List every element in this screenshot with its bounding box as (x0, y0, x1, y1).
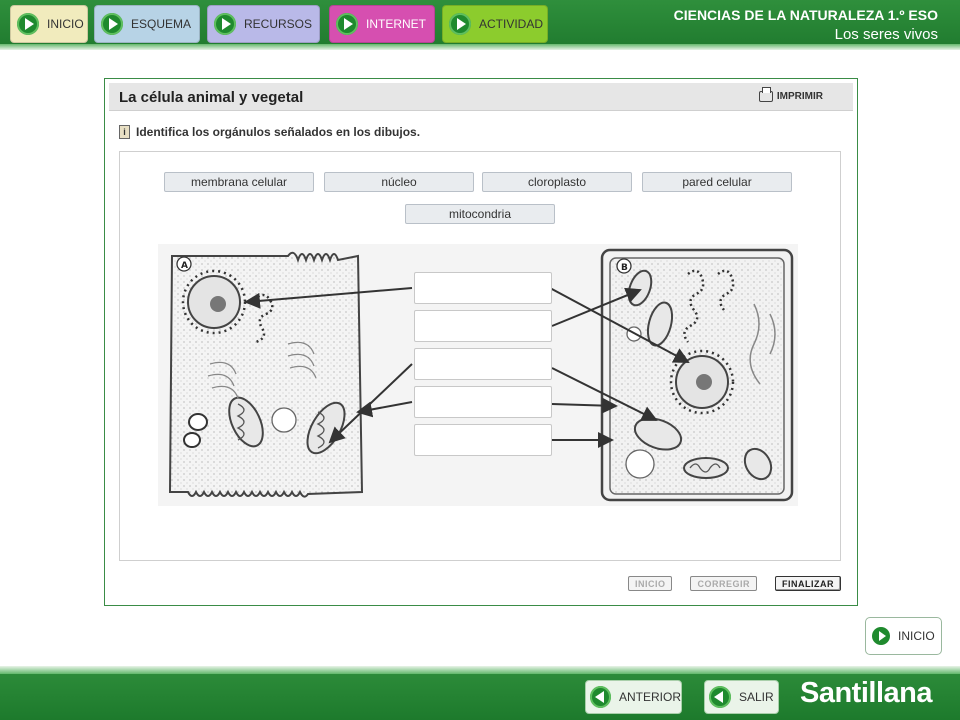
chip-nucleo[interactable]: núcleo (324, 172, 474, 192)
nav-recursos-label: RECURSOS (244, 17, 313, 31)
play-icon (101, 13, 123, 35)
exercise-panel: membrana celular núcleo cloroplasto pare… (119, 151, 841, 561)
nav-internet-button[interactable]: INTERNET (329, 5, 435, 43)
anterior-button[interactable]: ANTERIOR (585, 680, 682, 714)
animal-cell: A (168, 251, 364, 498)
nav-inicio-label: INICIO (47, 17, 84, 31)
drop-target-3[interactable] (414, 348, 552, 380)
info-icon: i (119, 125, 130, 139)
finalizar-button[interactable]: FINALIZAR (775, 576, 841, 591)
side-inicio-label: INICIO (898, 629, 935, 643)
nav-esquema-label: ESQUEMA (131, 17, 192, 31)
course-title: CIENCIAS DE LA NATURALEZA 1.º ESO (673, 7, 938, 23)
anterior-label: ANTERIOR (618, 690, 681, 704)
nav-actividad-button[interactable]: ACTIVIDAD (442, 5, 548, 43)
activity-frame: La célula animal y vegetal IMPRIMIR i Id… (104, 78, 858, 606)
drop-target-4[interactable] (414, 386, 552, 418)
header-gradient-strip (0, 44, 960, 50)
salir-button[interactable]: SALIR (704, 680, 779, 714)
instruction: i Identifica los orgánulos señalados en … (119, 125, 420, 139)
animal-cell-label: A (181, 261, 188, 271)
drop-target-2[interactable] (414, 310, 552, 342)
salir-label: SALIR (739, 690, 774, 704)
activity-inicio-button[interactable]: INICIO (627, 576, 673, 591)
footer-gradient-strip (0, 666, 960, 674)
santillana-logo: Santillana (800, 677, 933, 709)
drop-target-5[interactable] (414, 424, 552, 456)
nav-recursos-button[interactable]: RECURSOS (207, 5, 320, 43)
instruction-text: Identifica los orgánulos señalados en lo… (136, 125, 421, 139)
activity-title: La célula animal y vegetal (119, 89, 304, 106)
corregir-button[interactable]: CORREGIR (690, 576, 757, 591)
play-icon (449, 13, 471, 35)
nav-inicio-button[interactable]: INICIO (10, 5, 88, 43)
nav-esquema-button[interactable]: ESQUEMA (94, 5, 200, 43)
activity-buttons: INICIO CORREGIR FINALIZAR (627, 576, 841, 591)
play-icon (336, 13, 358, 35)
side-inicio-button[interactable]: INICIO (865, 617, 942, 655)
back-arrow-icon (709, 686, 731, 708)
print-button[interactable]: IMPRIMIR (758, 87, 823, 102)
play-icon (872, 627, 890, 645)
activity-titlebar: La célula animal y vegetal IMPRIMIR (109, 83, 853, 111)
plant-cell-label: B (621, 263, 628, 273)
course-subtitle: Los seres vivos (834, 26, 938, 43)
play-icon (214, 13, 236, 35)
chip-membrana-celular[interactable]: membrana celular (164, 172, 314, 192)
plant-cell: B (600, 248, 794, 502)
chip-mitocondria[interactable]: mitocondria (405, 204, 555, 224)
printer-icon (758, 87, 773, 102)
nav-internet-label: INTERNET (366, 17, 426, 31)
print-label: IMPRIMIR (776, 91, 823, 102)
chip-pared-celular[interactable]: pared celular (642, 172, 792, 192)
nav-actividad-label: ACTIVIDAD (479, 17, 544, 31)
drop-target-1[interactable] (414, 272, 552, 304)
chip-cloroplasto[interactable]: cloroplasto (482, 172, 632, 192)
play-icon (17, 13, 39, 35)
back-arrow-icon (590, 686, 611, 708)
